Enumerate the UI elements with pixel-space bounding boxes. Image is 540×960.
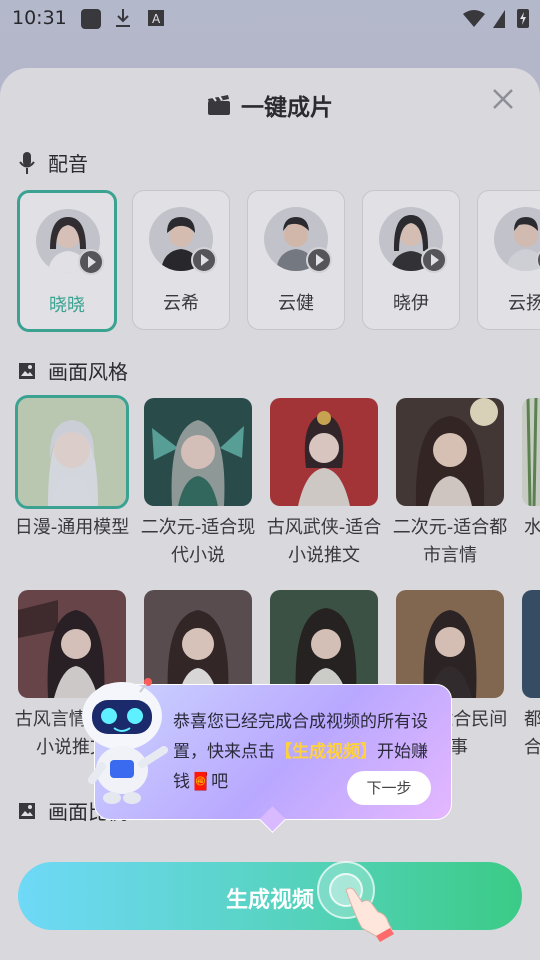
generate-video-button[interactable]: 生成视频 — [18, 862, 522, 930]
tooltip-highlight: 【生成视频】 — [275, 742, 377, 762]
generate-video-label: 生成视频 — [225, 888, 314, 913]
next-step-button[interactable]: 下一步 — [347, 771, 431, 805]
tap-hand-icon — [317, 861, 394, 942]
robot-mascot-icon — [82, 678, 168, 804]
